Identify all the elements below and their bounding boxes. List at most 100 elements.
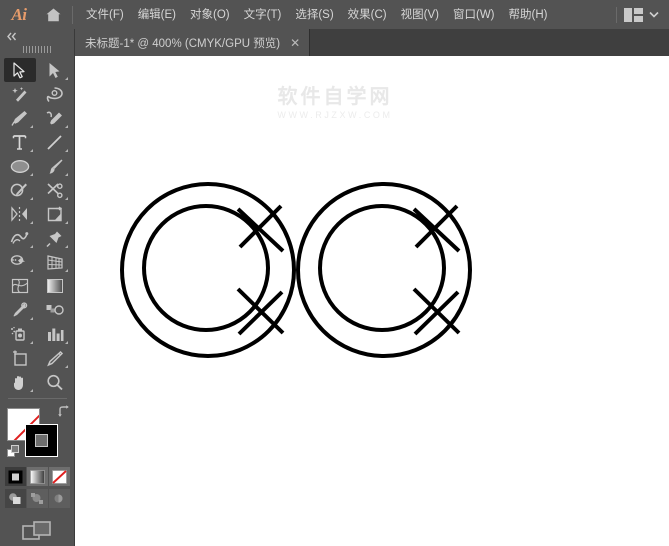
blend-tool[interactable] bbox=[39, 298, 71, 322]
default-fill-stroke-button[interactable] bbox=[7, 445, 20, 463]
hand-tool[interactable] bbox=[4, 370, 36, 394]
gradient-icon bbox=[46, 279, 63, 293]
slice-knife-icon bbox=[46, 350, 63, 366]
lasso-tool[interactable] bbox=[39, 82, 71, 106]
collapse-panel-button[interactable] bbox=[0, 29, 74, 43]
inner-circle[interactable] bbox=[142, 204, 270, 332]
draw-mode-buttons bbox=[0, 489, 74, 508]
flyout-indicator bbox=[64, 197, 68, 200]
fill-stroke-area bbox=[0, 405, 74, 544]
magic-wand-icon bbox=[11, 86, 26, 102]
flyout-indicator bbox=[29, 173, 33, 176]
chevron-down-icon bbox=[649, 11, 659, 18]
symbol-sprayer-tool[interactable] bbox=[4, 322, 36, 346]
paintbrush-tool[interactable] bbox=[39, 154, 71, 178]
menu-edit[interactable]: 编辑(E) bbox=[131, 1, 183, 28]
perspective-grid-tool[interactable] bbox=[39, 250, 71, 274]
menu-type[interactable]: 文字(T) bbox=[237, 1, 289, 28]
artboard-canvas[interactable]: 软件自学网 WWW.RJZXW.COM bbox=[75, 56, 669, 546]
color-button[interactable] bbox=[4, 467, 26, 486]
artboard-tool[interactable] bbox=[4, 346, 36, 370]
color-mode-buttons bbox=[0, 467, 74, 486]
column-graph-tool[interactable] bbox=[39, 322, 71, 346]
artwork-vector-drawing[interactable] bbox=[75, 56, 669, 546]
flyout-indicator bbox=[29, 341, 33, 344]
stroke-swatch[interactable] bbox=[25, 424, 58, 457]
perspective-grid-icon bbox=[46, 254, 63, 270]
panel-drag-handle[interactable] bbox=[0, 43, 74, 56]
curvature-tool[interactable] bbox=[39, 106, 71, 130]
flyout-indicator bbox=[64, 221, 68, 224]
scissors-tool[interactable] bbox=[39, 178, 71, 202]
circle-group-left[interactable] bbox=[120, 182, 296, 358]
line-segment-icon bbox=[47, 134, 62, 150]
menubar-right-divider bbox=[616, 6, 617, 23]
ellipse-icon bbox=[10, 159, 29, 173]
shaper-tool[interactable] bbox=[4, 178, 36, 202]
gradient-button[interactable] bbox=[26, 467, 48, 486]
menu-window[interactable]: 窗口(W) bbox=[446, 1, 502, 28]
width-warp-tool[interactable] bbox=[4, 226, 36, 250]
gradient-swatch-icon bbox=[29, 469, 45, 484]
free-transform-icon bbox=[47, 206, 62, 221]
shape-builder-tool[interactable] bbox=[4, 250, 36, 274]
menu-select[interactable]: 选择(S) bbox=[288, 1, 340, 28]
lasso-icon bbox=[46, 86, 63, 102]
menu-effect[interactable]: 效果(C) bbox=[341, 1, 394, 28]
draw-behind-button[interactable] bbox=[26, 489, 48, 508]
line-segment-tool[interactable] bbox=[39, 130, 71, 154]
pen-tool[interactable] bbox=[4, 106, 36, 130]
fill-stroke-swatches bbox=[7, 405, 69, 463]
solid-color-icon bbox=[8, 470, 22, 483]
close-icon[interactable]: ✕ bbox=[290, 37, 300, 49]
warp-icon bbox=[10, 232, 29, 244]
type-tool[interactable] bbox=[4, 130, 36, 154]
selection-tool[interactable] bbox=[3, 58, 36, 82]
document-tab[interactable]: 未标题-1* @ 400% (CMYK/GPU 预览) ✕ bbox=[74, 29, 311, 56]
draw-normal-button[interactable] bbox=[4, 489, 26, 508]
magic-wand-tool[interactable] bbox=[4, 82, 36, 106]
draw-inside-button[interactable] bbox=[48, 489, 70, 508]
mesh-tool[interactable] bbox=[4, 274, 36, 298]
menu-bar: Ai 文件(F) 编辑(E) 对象(O) 文字(T) 选择(S) 效果(C) 视… bbox=[0, 0, 669, 29]
flyout-indicator bbox=[29, 149, 33, 152]
rotate-reflect-tool[interactable] bbox=[4, 202, 36, 226]
circle-group-right[interactable] bbox=[296, 182, 472, 358]
shape-builder-icon bbox=[10, 255, 25, 265]
pushpin-icon bbox=[46, 231, 62, 247]
draw-normal-icon bbox=[9, 493, 21, 504]
workspace-layout-icon bbox=[624, 7, 643, 22]
home-button[interactable] bbox=[38, 0, 68, 29]
flyout-indicator bbox=[29, 245, 33, 248]
direct-selection-tool[interactable] bbox=[39, 58, 71, 82]
zoom-tool[interactable] bbox=[39, 370, 71, 394]
menu-help[interactable]: 帮助(H) bbox=[502, 1, 555, 28]
document-tab-title: 未标题-1* @ 400% (CMYK/GPU 预览) bbox=[85, 37, 281, 50]
stroke-inner bbox=[35, 434, 48, 447]
slice-tool[interactable] bbox=[39, 346, 71, 370]
none-button[interactable] bbox=[48, 467, 70, 486]
arrow-filled-icon bbox=[49, 62, 60, 78]
screen-mode-icon bbox=[22, 521, 51, 540]
workspace-switcher-button[interactable] bbox=[624, 7, 659, 22]
swap-fill-stroke-button[interactable] bbox=[57, 405, 71, 423]
bar-graph-icon bbox=[47, 328, 63, 341]
ellipse-tool[interactable] bbox=[4, 154, 36, 178]
ai-logo: Ai bbox=[11, 4, 27, 24]
menu-items: 文件(F) 编辑(E) 对象(O) 文字(T) 选择(S) 效果(C) 视图(V… bbox=[79, 1, 554, 28]
menu-file[interactable]: 文件(F) bbox=[79, 1, 131, 28]
flyout-indicator bbox=[64, 341, 68, 344]
menu-view[interactable]: 视图(V) bbox=[394, 1, 446, 28]
inner-circle[interactable] bbox=[318, 204, 446, 332]
flyout-indicator bbox=[29, 269, 33, 272]
flyout-indicator bbox=[29, 317, 33, 320]
swap-fill-stroke-icon bbox=[58, 405, 69, 417]
menu-object[interactable]: 对象(O) bbox=[183, 1, 237, 28]
free-transform-tool[interactable] bbox=[39, 202, 71, 226]
puppet-warp-tool[interactable] bbox=[39, 226, 71, 250]
screen-mode-button[interactable] bbox=[0, 520, 74, 544]
home-icon bbox=[46, 8, 60, 21]
eyedropper-tool[interactable] bbox=[4, 298, 36, 322]
flyout-indicator bbox=[29, 389, 33, 392]
gradient-tool[interactable] bbox=[39, 274, 71, 298]
